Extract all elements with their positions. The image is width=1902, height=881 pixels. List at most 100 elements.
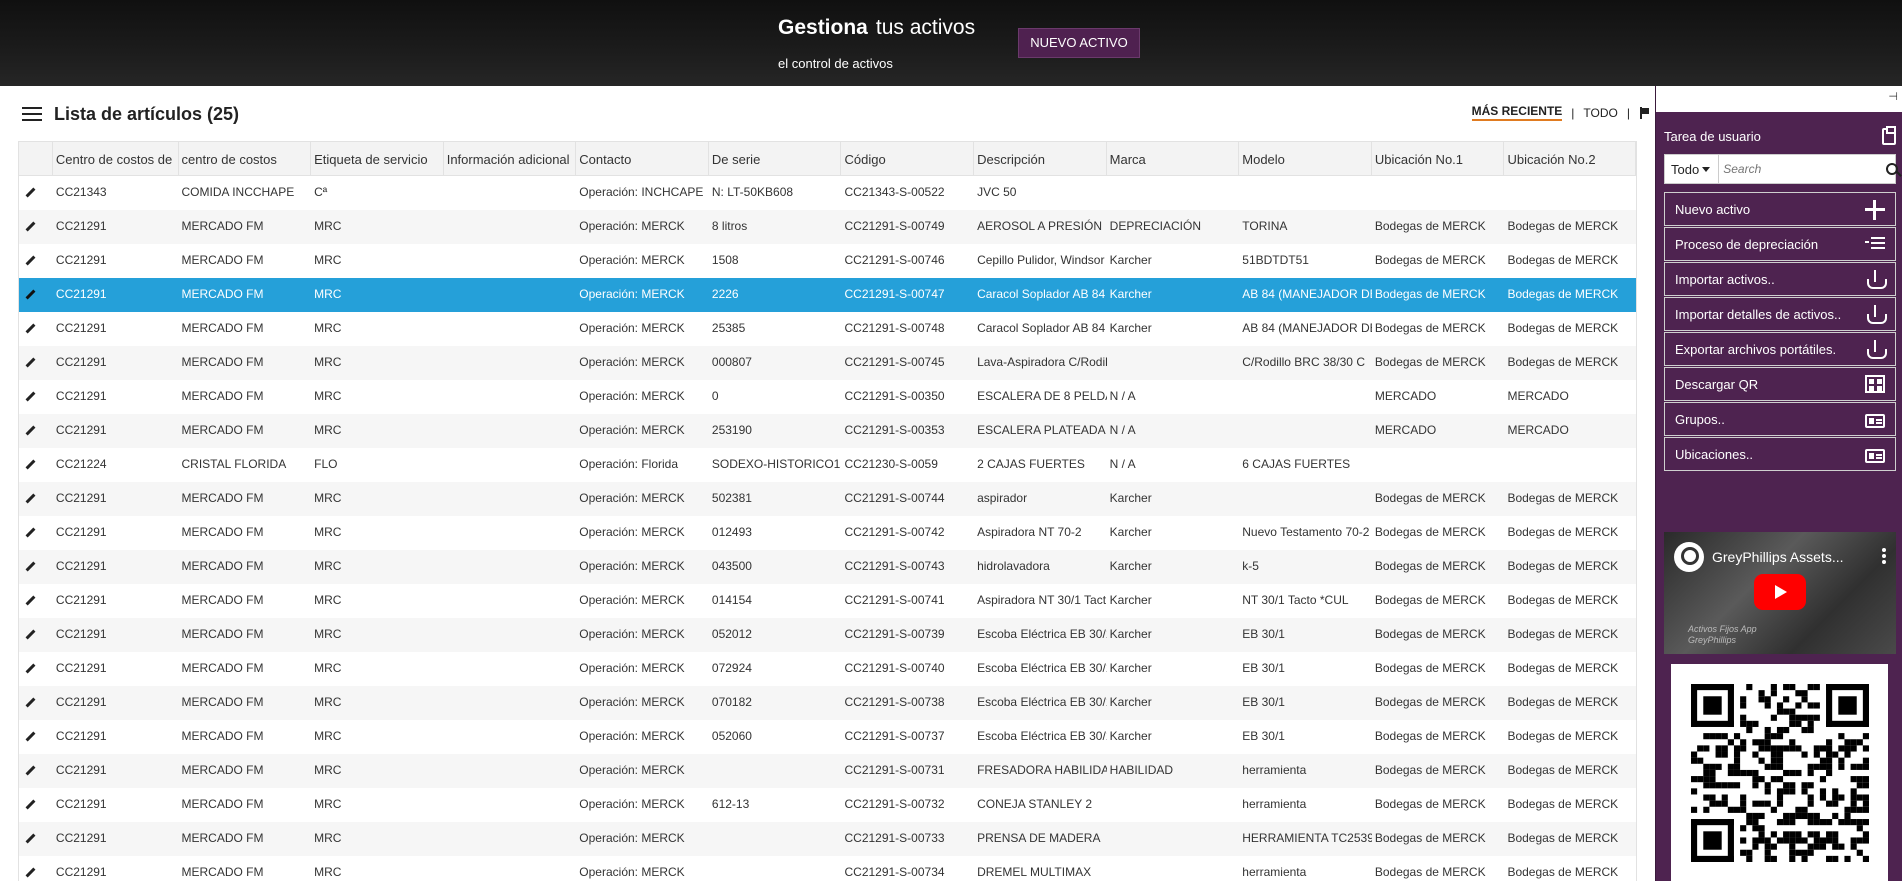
pencil-icon[interactable] [25,630,35,640]
pencil-icon[interactable] [25,800,35,810]
edit-cell[interactable] [19,584,53,618]
sidebar-button-exportar-archivos-portátiles[interactable]: Exportar archivos portátiles. [1664,332,1896,366]
table-row[interactable]: CC21291 MERCADO FM MRC Operación: MERCK 2538… [19,312,1636,346]
search-icon[interactable] [1880,155,1898,183]
more-vert-icon[interactable] [1882,548,1886,552]
pencil-icon[interactable] [25,392,35,402]
filter-select[interactable]: Todo [1665,155,1720,183]
sidebar-button-ubicaciones[interactable]: Ubicaciones.. [1664,437,1896,471]
table-row[interactable]: CC21291 MERCADO FM MRC Operación: MERCK 0729… [19,652,1636,686]
search-input[interactable] [1719,155,1881,183]
edit-cell[interactable] [19,482,53,516]
table-row[interactable]: CC21291 MERCADO FM MRC Operación: MERCK CC21… [19,856,1636,881]
table-row[interactable]: CC21291 MERCADO FM MRC Operación: MERCK CC21… [19,822,1636,856]
table-row[interactable]: CC21291 MERCADO FM MRC Operación: MERCK 1508… [19,244,1636,278]
new-asset-button[interactable]: NUEVO ACTIVO [1018,28,1140,58]
edit-cell[interactable] [19,686,53,720]
filter-recent-link[interactable]: MÁS RECIENTE [1471,104,1563,121]
table-row[interactable]: CC21291 MERCADO FM MRC Operación: MERCK 0435… [19,550,1636,584]
column-header[interactable]: Código [841,142,975,175]
edit-cell[interactable] [19,822,53,856]
clipboard-icon[interactable] [1882,125,1896,145]
pencil-icon[interactable] [25,290,35,300]
table-cell: N / A [1109,423,1136,437]
edit-cell[interactable] [19,754,53,788]
sidebar-button-importar-detalles-de-activos[interactable]: Importar detalles de activos.. [1664,297,1896,331]
sidebar-button-nuevo-activo[interactable]: Nuevo activo [1664,192,1896,226]
edit-cell[interactable] [19,720,53,754]
sidebar-button-importar-activos[interactable]: Importar activos.. [1664,262,1896,296]
sidebar-button-grupos[interactable]: Grupos.. [1664,402,1896,436]
column-header[interactable]: Modelo [1239,142,1372,175]
pencil-icon[interactable] [25,664,35,674]
pin-icon[interactable]: ⊣ [1888,90,1898,103]
table-row[interactable]: CC21291 MERCADO FM MRC Operación: MERCK 0 CC2… [19,380,1636,414]
pencil-icon[interactable] [25,732,35,742]
pencil-icon[interactable] [25,426,35,436]
edit-cell[interactable] [19,210,53,244]
pencil-icon[interactable] [25,562,35,572]
column-header[interactable]: De serie [709,142,842,175]
table-row[interactable]: CC21291 MERCADO FM MRC Operación: MERCK 0124… [19,516,1636,550]
table-row[interactable]: CC21291 MERCADO FM MRC Operación: MERCK 8 li… [19,210,1636,244]
table-row[interactable]: CC21291 MERCADO FM MRC Operación: MERCK 5023… [19,482,1636,516]
pencil-icon[interactable] [25,868,35,878]
column-header[interactable]: Ubicación No.2 [1504,142,1636,175]
table-row[interactable]: CC21291 MERCADO FM MRC Operación: MERCK 0008… [19,346,1636,380]
edit-cell[interactable] [19,618,53,652]
sidebar-button-proceso-de-depreciación[interactable]: Proceso de depreciación [1664,227,1896,261]
edit-cell[interactable] [19,244,53,278]
table-row[interactable]: CC21224 CRISTAL FLORIDA FLO Operación: Flor… [19,448,1636,482]
column-header[interactable]: Información adicional [444,142,577,175]
edit-cell[interactable] [19,346,53,380]
pencil-icon[interactable] [25,596,35,606]
pencil-icon[interactable] [25,460,35,470]
edit-cell[interactable] [19,414,53,448]
column-header[interactable]: Marca [1107,142,1240,175]
table-cell: Bodegas de MERCK [1374,559,1486,573]
pencil-icon[interactable] [25,528,35,538]
column-header[interactable]: Ubicación No.1 [1372,142,1505,175]
pencil-icon[interactable] [25,188,35,198]
pencil-icon[interactable] [25,834,35,844]
table-row[interactable]: CC21291 MERCADO FM MRC Operación: MERCK 612-… [19,788,1636,822]
column-header[interactable]: Etiqueta de servicio [311,142,444,175]
edit-cell[interactable] [19,448,53,482]
download-icon [1865,305,1887,324]
table-row[interactable]: CC21291 MERCADO FM MRC Operación: MERCK 2226… [19,278,1636,312]
table-row[interactable]: CC21291 MERCADO FM MRC Operación: MERCK CC21… [19,754,1636,788]
edit-cell[interactable] [19,788,53,822]
edit-cell[interactable] [19,380,53,414]
column-header[interactable]: Centro de costos de [53,142,179,175]
column-header[interactable]: Contacto [576,142,709,175]
pencil-icon[interactable] [25,766,35,776]
edit-cell[interactable] [19,516,53,550]
pencil-icon[interactable] [25,494,35,504]
edit-cell[interactable] [19,550,53,584]
pencil-icon[interactable] [25,698,35,708]
edit-cell[interactable] [19,312,53,346]
table-cell: Escoba Eléctrica EB 30/1 [977,661,1107,675]
table-row[interactable]: CC21291 MERCADO FM MRC Operación: MERCK 0701… [19,686,1636,720]
table-cell: CC21291 [55,661,107,675]
edit-cell[interactable] [19,176,53,210]
edit-cell[interactable] [19,652,53,686]
edit-cell[interactable] [19,856,53,881]
pencil-icon[interactable] [25,358,35,368]
filter-all-link[interactable]: TODO [1583,106,1617,120]
flag-icon[interactable] [1639,106,1649,119]
table-row[interactable]: CC21291 MERCADO FM MRC Operación: MERCK 0520… [19,618,1636,652]
table-row[interactable]: CC21343 COMIDA INCCHAPE Cª Operación: INCHC… [19,176,1636,210]
play-icon[interactable] [1754,574,1806,610]
video-embed[interactable]: GreyPhillips Assets... Activos Fijos App… [1664,532,1896,654]
column-header[interactable]: Descripción [974,142,1107,175]
pencil-icon[interactable] [25,324,35,334]
column-header[interactable]: centro de costos [179,142,312,175]
pencil-icon[interactable] [25,256,35,266]
table-row[interactable]: CC21291 MERCADO FM MRC Operación: MERCK 0141… [19,584,1636,618]
table-row[interactable]: CC21291 MERCADO FM MRC Operación: MERCK 2531… [19,414,1636,448]
sidebar-button-descargar-qr[interactable]: Descargar QR [1664,367,1896,401]
table-row[interactable]: CC21291 MERCADO FM MRC Operación: MERCK 0520… [19,720,1636,754]
edit-cell[interactable] [19,278,53,312]
pencil-icon[interactable] [25,222,35,232]
